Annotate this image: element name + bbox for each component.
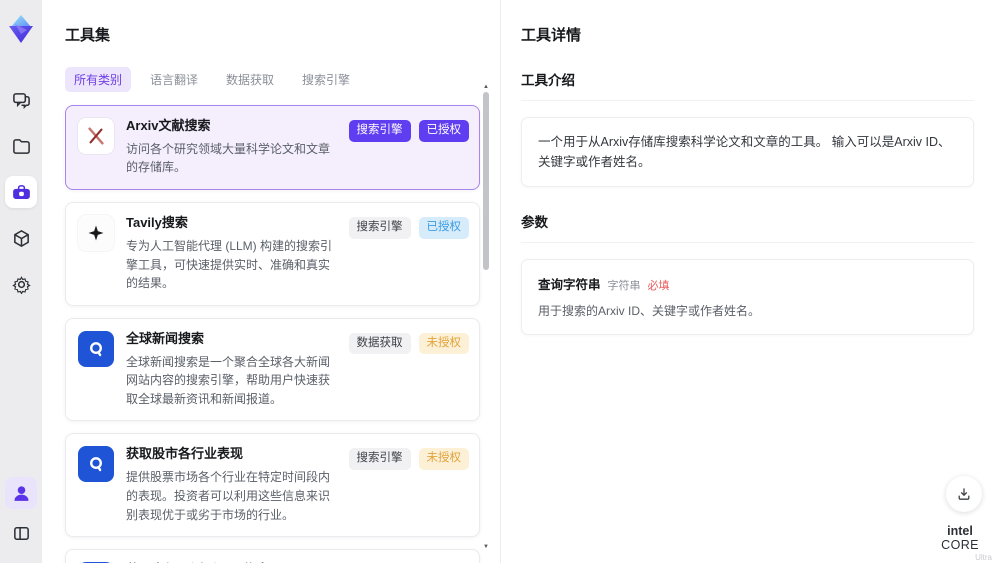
toolbox-icon	[12, 184, 30, 199]
tab-all-categories[interactable]: 所有类别	[65, 67, 132, 92]
tool-card-arxiv[interactable]: Arxiv文献搜索 访问各个研究领域大量科学论文和文章的存储库。 搜索引擎 已授…	[65, 105, 480, 191]
sidebar-item-chat[interactable]	[5, 84, 37, 116]
scroll-up-arrow-icon[interactable]: ▲	[483, 84, 489, 90]
sidebar-item-collapse[interactable]	[5, 517, 37, 549]
tab-search-engine[interactable]: 搜索引擎	[293, 67, 359, 92]
tavily-logo-icon	[78, 215, 114, 252]
param-card: 查询字符串 字符串 必填 用于搜索的Arxiv ID、关键字或作者姓名。	[521, 259, 974, 335]
cube-icon	[13, 229, 29, 247]
auth-status-badge: 已授权	[418, 120, 469, 142]
tool-tags: 搜索引擎 已授权	[348, 120, 469, 142]
intro-text: 一个用于从Arxiv存储库搜索科学论文和文章的工具。 输入可以是Arxiv ID…	[538, 135, 951, 169]
tool-details-panel: 工具详情 工具介绍 一个用于从Arxiv存储库搜索科学论文和文章的工具。 输入可…	[500, 0, 1000, 563]
auth-status-badge: 未授权	[418, 448, 469, 470]
tool-tags: 数据获取 未授权	[348, 332, 469, 355]
sidebar-item-files[interactable]	[5, 130, 37, 162]
category-badge: 搜索引擎	[348, 448, 411, 470]
tool-name: Tavily搜索	[126, 215, 188, 231]
tool-info: Tavily搜索 专为人工智能代理 (LLM) 构建的搜索引擎工具，可快速提供实…	[126, 215, 349, 293]
folder-icon	[12, 138, 30, 154]
download-icon	[958, 488, 970, 500]
sidebar-item-models[interactable]	[5, 222, 37, 254]
chat-icon	[12, 92, 30, 109]
category-badge: 搜索引擎	[348, 217, 411, 239]
param-type: 字符串	[607, 280, 641, 292]
tab-data-acquisition[interactable]: 数据获取	[217, 67, 283, 92]
tool-description: 专为人工智能代理 (LLM) 构建的搜索引擎工具，可快速提供实时、准确和真实的结…	[126, 238, 333, 291]
details-title: 工具详情	[521, 27, 582, 44]
arxiv-logo-icon	[78, 118, 114, 154]
tool-info: Arxiv文献搜索 访问各个研究领域大量科学论文和文章的存储库。	[126, 118, 349, 177]
tool-tags: 搜索引擎 未授权	[348, 448, 469, 470]
category-tabs: 所有类别 语言翻译 数据获取 搜索引擎	[65, 67, 500, 92]
param-description: 用于搜索的Arxiv ID、关键字或作者姓名。	[538, 304, 761, 318]
gear-icon	[11, 275, 31, 294]
param-name: 查询字符串	[538, 278, 601, 292]
tool-name: 全球新闻搜索	[126, 330, 205, 346]
tool-name: 获取股市各行业表现	[126, 446, 244, 462]
tool-tags: 搜索引擎 已授权	[348, 217, 469, 239]
global-search-logo-icon	[78, 446, 114, 483]
app-logo-icon	[9, 15, 33, 43]
params-section-heading: 参数	[521, 211, 974, 243]
auth-status-badge: 未授权	[418, 332, 469, 355]
intel-wordmark: intel	[947, 524, 973, 538]
left-rail	[0, 0, 42, 563]
ultra-wordmark: Ultra	[975, 553, 992, 562]
sidebar-item-account[interactable]	[5, 477, 37, 509]
tool-name: Arxiv文献搜索	[126, 118, 211, 133]
sidebar-item-settings[interactable]	[5, 268, 37, 300]
user-icon	[14, 485, 28, 501]
tool-list: Arxiv文献搜索 访问各个研究领域大量科学论文和文章的存储库。 搜索引擎 已授…	[65, 105, 480, 563]
app-window: 工具集 所有类别 语言翻译 数据获取 搜索引擎 Arxiv文献搜索 访问各个研究…	[0, 0, 1000, 563]
core-wordmark: CORE	[941, 538, 979, 552]
download-button[interactable]	[946, 476, 982, 512]
tool-description: 提供股票市场各个行业在特定时间段内的表现。投资者可以利用这些信息来识别表现优于或…	[126, 470, 331, 522]
tab-language-translation[interactable]: 语言翻译	[141, 67, 207, 92]
scrollbar-thumb[interactable]	[483, 92, 489, 270]
param-required-badge: 必填	[647, 280, 670, 292]
auth-status-badge: 已授权	[418, 217, 469, 239]
intel-core-badge: intel CORE Ultra	[928, 524, 992, 562]
page-title: 工具集	[65, 27, 111, 44]
tools-panel: 工具集 所有类别 语言翻译 数据获取 搜索引擎 Arxiv文献搜索 访问各个研究…	[42, 0, 500, 563]
param-header: 查询字符串 字符串 必填	[538, 274, 957, 293]
category-badge: 搜索引擎	[348, 120, 411, 142]
tool-info: 全球新闻搜索 全球新闻搜索是一个聚合全球各大新闻网站内容的搜索引擎，帮助用户快速…	[126, 331, 349, 409]
tool-info: 获取股市各行业表现 提供股票市场各个行业在特定时间段内的表现。投资者可以利用这些…	[126, 446, 349, 524]
tool-description: 全球新闻搜索是一个聚合全球各大新闻网站内容的搜索引擎，帮助用户快速获取全球最新资…	[126, 354, 331, 406]
scroll-down-arrow-icon[interactable]: ▼	[483, 544, 489, 550]
tool-description: 访问各个研究领域大量科学论文和文章的存储库。	[126, 141, 331, 175]
tool-card-stock-sectors[interactable]: 获取股市各行业表现 提供股票市场各个行业在特定时间段内的表现。投资者可以利用这些…	[65, 433, 480, 538]
sidebar-item-toolbox[interactable]	[5, 176, 37, 208]
category-badge: 数据获取	[348, 332, 411, 355]
intro-card: 一个用于从Arxiv存储库搜索科学论文和文章的工具。 输入可以是Arxiv ID…	[521, 117, 974, 187]
tool-card-tavily[interactable]: Tavily搜索 专为人工智能代理 (LLM) 构建的搜索引擎工具，可快速提供实…	[65, 202, 480, 306]
list-scrollbar[interactable]: ▲ ▼	[482, 84, 490, 550]
panel-toggle-icon	[13, 526, 29, 540]
intro-section-heading: 工具介绍	[521, 69, 974, 101]
tool-card-global-news[interactable]: 全球新闻搜索 全球新闻搜索是一个聚合全球各大新闻网站内容的搜索引擎，帮助用户快速…	[65, 317, 480, 422]
tool-card-active-stocks[interactable]: 获取市场最活跃股票信息 提供当天交易量最高的股票列表，投资者可以利用这些信息来识…	[65, 549, 480, 563]
global-search-logo-icon	[78, 330, 114, 367]
